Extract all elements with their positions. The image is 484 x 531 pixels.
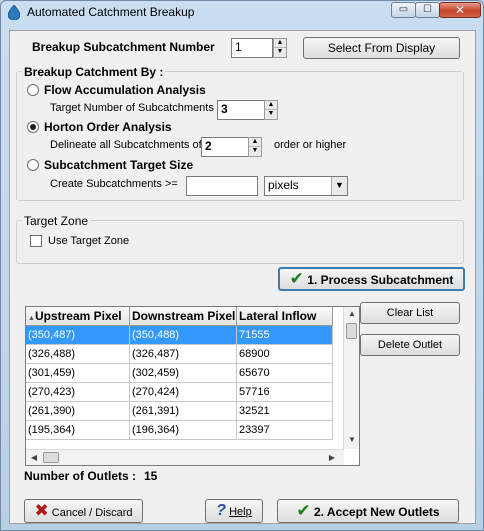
dialog-window: Automated Catchment Breakup ▭ ☐ ✕ Breaku…: [0, 0, 484, 531]
table-row[interactable]: (261,390) (261,391) 32521: [26, 402, 333, 421]
water-drop-icon: [8, 5, 20, 20]
cell-lateral-inflow: 57716: [237, 383, 333, 402]
check-icon: ✔: [289, 269, 304, 288]
target-number-input[interactable]: 3: [217, 100, 265, 120]
table-row[interactable]: (195,364) (196,364) 23397: [26, 421, 333, 440]
scroll-up-icon[interactable]: ▲: [344, 309, 359, 318]
clear-list-button[interactable]: Clear List: [360, 302, 460, 324]
vertical-scroll-thumb[interactable]: [346, 323, 357, 339]
table-row[interactable]: (350,487) (350,488) 71555: [26, 326, 333, 345]
cell-downstream: (326,487): [130, 345, 237, 364]
subcatchment-number-label: Breakup Subcatchment Number: [32, 40, 215, 54]
spin-up-icon[interactable]: ▲: [249, 138, 261, 147]
help-label: Help: [229, 506, 252, 518]
spin-up-icon[interactable]: ▲: [265, 101, 277, 110]
target-size-input[interactable]: [186, 176, 258, 196]
order-value-input[interactable]: 2: [201, 137, 249, 157]
column-header-upstream[interactable]: ▲Upstream Pixel: [26, 307, 130, 325]
breakup-group-title: Breakup Catchment By :: [22, 65, 166, 79]
cell-upstream: (195,364): [26, 421, 130, 440]
table-row[interactable]: (326,488) (326,487) 68900: [26, 345, 333, 364]
table-body: (350,487) (350,488) 71555 (326,488) (326…: [26, 326, 333, 440]
table-row[interactable]: (270,423) (270,424) 57716: [26, 383, 333, 402]
target-number-label: Target Number of Subcatchments: [50, 102, 214, 114]
cell-downstream: (302,459): [130, 364, 237, 383]
process-subcatchment-button[interactable]: ✔ 1. Process Subcatchment: [278, 267, 465, 291]
help-icon: ?: [216, 502, 227, 519]
accept-new-outlets-label: 2. Accept New Outlets: [314, 505, 440, 519]
select-from-display-button[interactable]: Select From Display: [303, 37, 460, 59]
spin-down-icon[interactable]: ▼: [265, 110, 277, 119]
subcatchment-number-input[interactable]: 1: [231, 38, 273, 58]
flow-accumulation-radio[interactable]: [27, 84, 39, 96]
outlets-count-value: 15: [144, 469, 158, 483]
horizontal-scrollbar[interactable]: ◀ ▶: [26, 449, 344, 465]
order-value-spinner[interactable]: ▲ ▼: [248, 137, 262, 157]
flow-accumulation-label: Flow Accumulation Analysis: [44, 83, 206, 97]
cell-downstream: (350,488): [130, 326, 237, 345]
process-subcatchment-label: 1. Process Subcatchment: [307, 273, 454, 287]
use-target-zone-checkbox[interactable]: [30, 235, 42, 247]
target-size-radio[interactable]: [27, 159, 39, 171]
scroll-right-icon[interactable]: ▶: [324, 453, 340, 462]
table-header: ▲Upstream Pixel Downstream Pixel Lateral…: [26, 307, 333, 326]
close-icon: ✕: [454, 3, 466, 17]
horton-order-radio[interactable]: [27, 121, 39, 133]
cell-upstream: (261,390): [26, 402, 130, 421]
subcatchment-number-spinner[interactable]: ▲ ▼: [273, 38, 287, 58]
column-header-label: Upstream Pixel: [34, 309, 122, 323]
cell-downstream: (196,364): [130, 421, 237, 440]
target-size-label: Subcatchment Target Size: [44, 158, 194, 172]
cell-lateral-inflow: 32521: [237, 402, 333, 421]
vertical-scrollbar[interactable]: ▲ ▼: [343, 307, 359, 449]
column-header-downstream[interactable]: Downstream Pixel: [130, 307, 237, 325]
minimize-button[interactable]: ▭: [391, 2, 416, 18]
accept-new-outlets-button[interactable]: ✔ 2. Accept New Outlets: [277, 499, 459, 523]
order-suffix-label: order or higher: [274, 139, 347, 151]
column-header-lateral-inflow[interactable]: Lateral Inflow: [237, 307, 333, 325]
cell-lateral-inflow: 65670: [237, 364, 333, 383]
chevron-down-icon[interactable]: ▼: [331, 177, 347, 195]
unit-select-value: pixels: [268, 178, 299, 192]
spin-down-icon[interactable]: ▼: [249, 147, 261, 156]
cell-lateral-inflow: 71555: [237, 326, 333, 345]
spin-down-icon[interactable]: ▼: [274, 48, 286, 57]
close-button[interactable]: ✕: [439, 2, 481, 18]
help-button[interactable]: ? Help: [205, 499, 263, 523]
cell-downstream: (261,391): [130, 402, 237, 421]
use-target-zone-label: Use Target Zone: [48, 235, 130, 247]
dialog-client-area: Breakup Subcatchment Number 1 ▲ ▼ Select…: [9, 30, 476, 524]
sort-ascending-icon: ▲: [28, 315, 35, 322]
delineate-label: Delineate all Subcatchments of: [50, 139, 202, 151]
horizontal-scroll-thumb[interactable]: [43, 452, 59, 463]
create-subcatchments-label: Create Subcatchments >=: [50, 178, 178, 190]
cell-upstream: (350,487): [26, 326, 130, 345]
window-title: Automated Catchment Breakup: [27, 5, 195, 19]
cell-upstream: (270,423): [26, 383, 130, 402]
target-number-spinner[interactable]: ▲ ▼: [264, 100, 278, 120]
table-row[interactable]: (301,459) (302,459) 65670: [26, 364, 333, 383]
cell-upstream: (326,488): [26, 345, 130, 364]
spin-up-icon[interactable]: ▲: [274, 39, 286, 48]
outlet-table[interactable]: ▲Upstream Pixel Downstream Pixel Lateral…: [25, 306, 360, 466]
unit-select[interactable]: pixels ▼: [264, 176, 348, 196]
delete-outlet-button[interactable]: Delete Outlet: [360, 334, 460, 356]
cancel-discard-label: Cancel / Discard: [51, 507, 133, 519]
cell-upstream: (301,459): [26, 364, 130, 383]
scroll-down-icon[interactable]: ▼: [344, 435, 359, 444]
cell-lateral-inflow: 68900: [237, 345, 333, 364]
maximize-button[interactable]: ☐: [415, 2, 440, 18]
target-zone-title: Target Zone: [22, 214, 91, 228]
horton-order-label: Horton Order Analysis: [44, 120, 172, 134]
title-bar[interactable]: Automated Catchment Breakup ▭ ☐ ✕: [1, 1, 483, 25]
scroll-left-icon[interactable]: ◀: [26, 453, 42, 462]
outlets-count-label: Number of Outlets :: [24, 469, 137, 483]
cancel-discard-button[interactable]: ✖ Cancel / Discard: [24, 499, 143, 523]
cell-lateral-inflow: 23397: [237, 421, 333, 440]
minimize-icon: ▭: [398, 4, 409, 15]
check-icon: ✔: [296, 501, 311, 520]
cell-downstream: (270,424): [130, 383, 237, 402]
maximize-icon: ☐: [423, 4, 432, 15]
cancel-x-icon: ✖: [34, 501, 49, 520]
